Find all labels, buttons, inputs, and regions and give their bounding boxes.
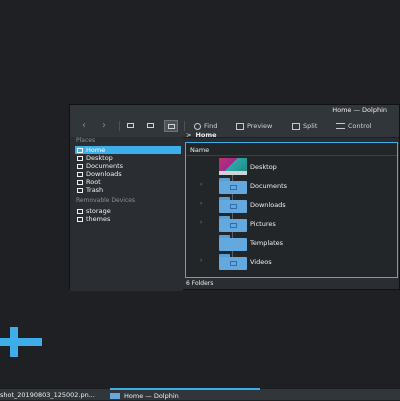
title-bar[interactable]: Home — Dolphin	[70, 105, 399, 116]
sidebar-item-documents[interactable]: Documents	[75, 162, 181, 170]
downloads-icon	[77, 171, 83, 177]
sidebar-item-root[interactable]: Root	[75, 178, 181, 186]
documents-folder-icon	[219, 178, 247, 194]
downloads-folder-icon	[219, 197, 247, 213]
item-name: Videos	[250, 258, 272, 266]
desktop-folder-icon	[219, 158, 247, 175]
toolbar-separator	[184, 121, 185, 131]
removable-devices-header: Removable Devices	[76, 197, 136, 204]
split-button[interactable]: Split	[292, 120, 317, 132]
sidebar-item-storage[interactable]: storage	[75, 207, 181, 215]
places-header: Places	[76, 137, 96, 144]
file-view[interactable]: Name Desktop › Documents › Downloads › P…	[185, 142, 398, 278]
list-item[interactable]: Templates	[186, 234, 397, 252]
task-dolphin[interactable]: Home — Dolphin	[110, 388, 260, 401]
home-icon	[77, 147, 83, 153]
taskbar: shot_20190803_125002.pn... Home — Dolphi…	[0, 388, 400, 400]
sidebar-item-label: storage	[86, 207, 111, 215]
task-label: shot_20190803_125002.pn...	[0, 391, 95, 399]
preview-button[interactable]: Preview	[236, 120, 272, 132]
sidebar-item-themes[interactable]: themes	[75, 215, 181, 223]
header-divider	[186, 155, 397, 156]
task-screenshot[interactable]: shot_20190803_125002.pn...	[0, 390, 105, 400]
root-icon	[77, 179, 83, 185]
breadcrumb-separator: >	[186, 131, 192, 139]
status-bar-text: 6 Folders	[186, 280, 214, 287]
documents-icon	[77, 163, 83, 169]
list-item[interactable]: › Pictures	[186, 215, 397, 233]
hamburger-menu-icon	[336, 123, 345, 129]
sidebar-item-home[interactable]: Home	[75, 146, 181, 154]
preview-icon	[236, 122, 244, 130]
sidebar-item-label: Documents	[86, 162, 124, 170]
item-name: Downloads	[250, 201, 286, 209]
trash-icon	[77, 187, 83, 193]
icons-view-icon	[127, 123, 134, 128]
breadcrumb[interactable]: > Home	[186, 131, 217, 139]
expand-arrow-icon[interactable]: ›	[200, 200, 202, 207]
dolphin-window: Home — Dolphin ‹ › Find Preview Split Co…	[69, 104, 400, 291]
task-label: Home — Dolphin	[124, 392, 179, 400]
sidebar-item-label: Root	[86, 178, 101, 186]
expand-arrow-icon[interactable]: ›	[200, 181, 202, 188]
desktop-icon	[77, 155, 83, 161]
videos-folder-icon	[219, 254, 247, 270]
sidebar-item-label: Trash	[86, 186, 104, 194]
list-item[interactable]: › Videos	[186, 253, 397, 271]
sidebar-item-label: Home	[86, 146, 106, 154]
window-title: Home — Dolphin	[332, 106, 387, 114]
icons-view-button[interactable]	[124, 120, 138, 132]
split-label: Split	[303, 122, 318, 130]
compact-view-button[interactable]	[144, 120, 158, 132]
list-item[interactable]: › Documents	[186, 177, 397, 195]
pictures-folder-icon	[219, 216, 247, 232]
toolbar-separator	[119, 121, 120, 131]
drive-icon	[77, 208, 83, 214]
search-icon	[194, 122, 201, 130]
control-button[interactable]: Control	[336, 120, 372, 132]
expand-arrow-icon[interactable]: ›	[200, 219, 202, 226]
back-button[interactable]: ‹	[78, 120, 90, 132]
templates-folder-icon	[219, 235, 247, 251]
forward-button[interactable]: ›	[98, 120, 110, 132]
preview-label: Preview	[247, 122, 273, 130]
sidebar-item-desktop[interactable]: Desktop	[75, 154, 181, 162]
add-widget-plus-icon[interactable]	[0, 327, 42, 357]
item-name: Templates	[250, 239, 284, 247]
split-icon	[292, 122, 300, 130]
list-item[interactable]: › Downloads	[186, 196, 397, 214]
control-label: Control	[348, 122, 372, 130]
item-name: Documents	[250, 182, 288, 190]
name-column-header[interactable]: Name	[190, 146, 209, 154]
details-view-button[interactable]	[164, 120, 178, 132]
breadcrumb-current: Home	[195, 131, 217, 139]
compact-view-icon	[147, 123, 154, 128]
sidebar-item-label: Desktop	[86, 154, 113, 162]
sidebar-item-label: themes	[86, 215, 111, 223]
details-view-icon	[168, 124, 175, 129]
item-name: Desktop	[250, 163, 277, 171]
places-panel: Places Home Desktop Documents Downloads …	[70, 137, 183, 291]
expand-arrow-icon[interactable]: ›	[200, 257, 202, 264]
sidebar-item-trash[interactable]: Trash	[75, 186, 181, 194]
folder-icon	[110, 393, 120, 399]
sidebar-item-label: Downloads	[86, 170, 122, 178]
drive-icon	[77, 216, 83, 222]
sidebar-item-downloads[interactable]: Downloads	[75, 170, 181, 178]
toolbar: ‹ › Find Preview Split Control	[70, 116, 399, 138]
list-item[interactable]: Desktop	[186, 158, 397, 176]
item-name: Pictures	[250, 220, 276, 228]
